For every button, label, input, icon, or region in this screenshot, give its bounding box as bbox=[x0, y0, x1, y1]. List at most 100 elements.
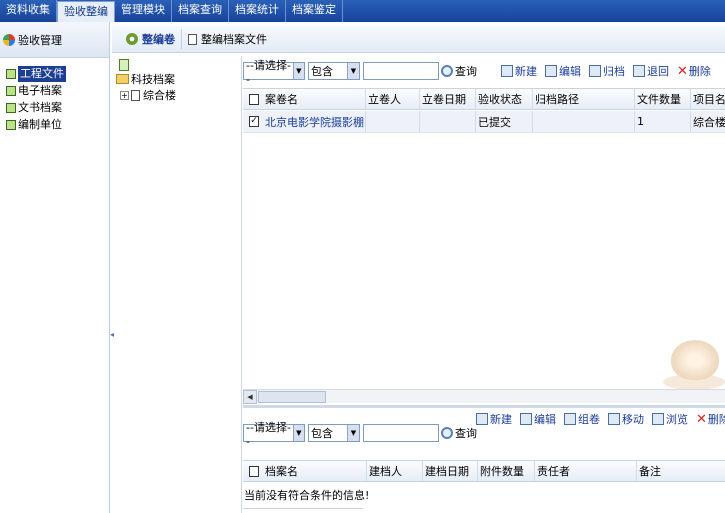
delete-label: 删除 bbox=[688, 65, 711, 78]
tree-node-child[interactable]: + 综合楼 bbox=[114, 87, 241, 103]
sidebar-item-label: 文书档案 bbox=[18, 101, 62, 114]
table-cell: 1 bbox=[635, 111, 691, 132]
archive-icon bbox=[589, 65, 601, 77]
sidebar-item-compile-unit[interactable]: 编制单位 bbox=[0, 117, 109, 133]
column-header[interactable]: 建档人 bbox=[367, 461, 423, 481]
top-search-row: --请选择-- ▼ 包含 ▼ 查询 新建 编辑 归档 退回 ✕ 删除 bbox=[243, 59, 725, 86]
sub-toolbar: 整编卷 整编档案文件 bbox=[112, 26, 725, 53]
compile-archive-file-label: 整编档案文件 bbox=[201, 33, 267, 46]
column-header[interactable]: 备注 bbox=[637, 461, 725, 481]
expand-icon[interactable]: + bbox=[120, 90, 129, 100]
compile-volume-button[interactable]: 整编卷 bbox=[120, 29, 181, 49]
chevron-down-icon: ▼ bbox=[292, 63, 304, 79]
field-select[interactable]: --请选择-- ▼ bbox=[243, 421, 305, 448]
return-button[interactable]: 退回 bbox=[633, 63, 669, 79]
tree-node-root[interactable]: 科技档案 bbox=[114, 71, 241, 87]
table-row[interactable]: ✓ 北京电影学院摄影棚... 已提交 1 综合楼 bbox=[243, 111, 725, 133]
edit-button[interactable]: 编辑 bbox=[545, 63, 581, 79]
operator-select[interactable]: 包含 ▼ bbox=[308, 62, 360, 80]
tab-acceptance-compile[interactable]: 验收整编 bbox=[57, 1, 115, 22]
column-header[interactable]: 档案名 bbox=[263, 461, 367, 481]
file-icon bbox=[6, 120, 16, 130]
field-select[interactable]: --请选择-- ▼ bbox=[243, 59, 305, 86]
sidebar-item-project-files[interactable]: 工程文件 bbox=[0, 66, 109, 82]
sidebar-item-label: 电子档案 bbox=[18, 84, 62, 97]
chevron-down-icon: ▼ bbox=[292, 425, 304, 441]
column-header[interactable]: 案卷名 bbox=[263, 89, 366, 109]
operator-select-value: 包含 bbox=[311, 427, 333, 440]
edit-label: 编辑 bbox=[559, 65, 581, 78]
new-icon bbox=[501, 65, 513, 77]
tab-archive-appraisal[interactable]: 档案鉴定 bbox=[286, 0, 343, 22]
column-header[interactable]: 文件数量 bbox=[635, 89, 691, 109]
return-label: 退回 bbox=[647, 65, 669, 78]
compile-archive-file-button[interactable]: 整编档案文件 bbox=[181, 29, 273, 49]
table-cell bbox=[420, 111, 476, 132]
field-select-value: --请选择-- bbox=[246, 58, 291, 86]
empty-message: 当前没有符合条件的信息! bbox=[244, 489, 370, 502]
column-header[interactable]: 归档路径 bbox=[533, 89, 635, 109]
folder-icon bbox=[116, 74, 129, 84]
coffee-cup-decoration bbox=[663, 324, 725, 392]
chevron-down-icon: ▼ bbox=[347, 63, 359, 79]
sidebar-title: 验收管理 bbox=[18, 33, 62, 47]
chevron-down-icon: ▼ bbox=[347, 425, 359, 441]
sidebar-item-document-archives[interactable]: 文书档案 bbox=[0, 100, 109, 116]
edit-icon bbox=[545, 65, 557, 77]
table-cell-link[interactable]: 北京电影学院摄影棚... bbox=[263, 111, 366, 132]
globe-icon bbox=[3, 33, 15, 46]
column-header[interactable]: 项目名 bbox=[691, 89, 725, 109]
archive-button[interactable]: 归档 bbox=[589, 63, 625, 79]
select-all-checkbox[interactable] bbox=[243, 461, 263, 481]
bottom-search-row: --请选择-- ▼ 包含 ▼ 查询 bbox=[243, 421, 725, 448]
row-checkbox[interactable]: ✓ bbox=[243, 111, 263, 132]
tree-node-label: 综合楼 bbox=[143, 89, 176, 102]
column-header[interactable]: 立卷人 bbox=[366, 89, 420, 109]
scroll-thumb[interactable] bbox=[258, 391, 326, 403]
column-header[interactable]: 附件数量 bbox=[478, 461, 535, 481]
sidebar: 验收管理 工程文件 电子档案 文书档案 编制单位 bbox=[0, 22, 110, 513]
search-input[interactable] bbox=[363, 62, 439, 80]
tab-data-collection[interactable]: 资料收集 bbox=[0, 0, 57, 22]
delete-button[interactable]: ✕ 删除 bbox=[677, 63, 711, 79]
gear-icon bbox=[126, 33, 138, 45]
document-icon bbox=[131, 89, 140, 101]
search-input[interactable] bbox=[363, 424, 439, 442]
scroll-left-icon[interactable]: ◀ bbox=[243, 390, 257, 404]
delete-icon: ✕ bbox=[677, 63, 688, 79]
new-button[interactable]: 新建 bbox=[501, 63, 537, 79]
refresh-icon[interactable] bbox=[119, 59, 129, 71]
document-icon bbox=[188, 33, 197, 45]
compile-volume-label: 整编卷 bbox=[142, 33, 175, 46]
operator-select[interactable]: 包含 ▼ bbox=[308, 424, 360, 442]
tab-archive-query[interactable]: 档案查询 bbox=[172, 0, 229, 22]
query-button[interactable]: 查询 bbox=[441, 425, 477, 441]
query-label: 查询 bbox=[455, 427, 477, 440]
horizontal-scrollbar[interactable]: ◀ bbox=[243, 389, 725, 404]
file-icon bbox=[6, 69, 16, 79]
return-icon bbox=[633, 65, 645, 77]
table-cell bbox=[533, 111, 635, 132]
main-panel: --请选择-- ▼ 包含 ▼ 查询 新建 编辑 归档 退回 ✕ 删除 案卷名 立… bbox=[243, 56, 725, 513]
select-all-checkbox[interactable] bbox=[243, 89, 263, 109]
panel-splitter[interactable] bbox=[243, 405, 725, 408]
query-label: 查询 bbox=[455, 65, 477, 78]
table-cell bbox=[366, 111, 420, 132]
new-label: 新建 bbox=[515, 65, 537, 78]
sidebar-item-label: 工程文件 bbox=[18, 66, 66, 82]
archive-tree: 科技档案 + 综合楼 bbox=[114, 56, 242, 513]
field-select-value: --请选择-- bbox=[246, 420, 291, 448]
column-header[interactable]: 责任者 bbox=[535, 461, 637, 481]
top-grid-header: 案卷名 立卷人 立卷日期 验收状态 归档路径 文件数量 项目名 bbox=[243, 88, 725, 110]
tab-archive-statistics[interactable]: 档案统计 bbox=[229, 0, 286, 22]
operator-select-value: 包含 bbox=[311, 65, 333, 78]
file-icon bbox=[6, 103, 16, 113]
column-header[interactable]: 验收状态 bbox=[476, 89, 533, 109]
query-button[interactable]: 查询 bbox=[441, 63, 477, 79]
tab-management[interactable]: 管理模块 bbox=[115, 0, 172, 22]
column-header[interactable]: 立卷日期 bbox=[420, 89, 476, 109]
column-header[interactable]: 建档日期 bbox=[423, 461, 478, 481]
sidebar-item-electronic-archives[interactable]: 电子档案 bbox=[0, 83, 109, 99]
file-icon bbox=[6, 86, 16, 96]
table-cell: 综合楼 bbox=[693, 115, 725, 129]
